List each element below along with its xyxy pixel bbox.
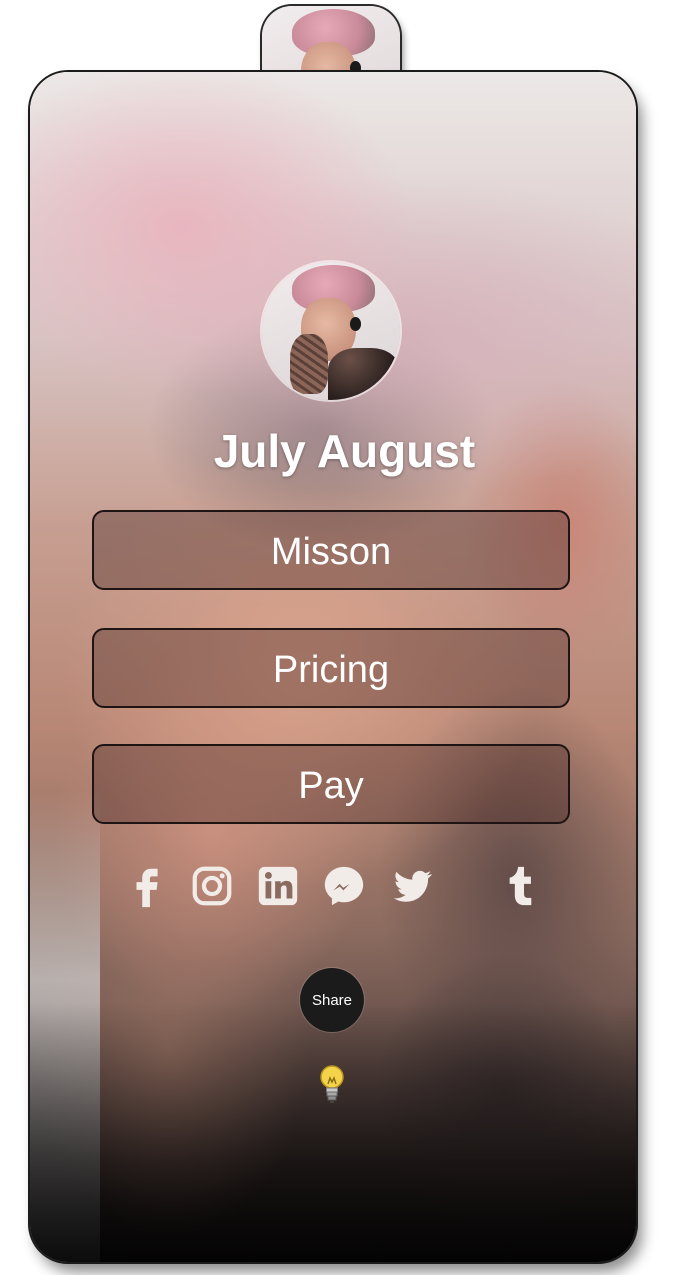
profile-avatar[interactable] (262, 262, 400, 400)
facebook-icon[interactable] (122, 860, 174, 912)
mission-button[interactable]: Misson (92, 510, 570, 590)
linkedin-icon[interactable] (252, 860, 304, 912)
profile-name: July August (213, 425, 476, 477)
instagram-icon[interactable] (186, 860, 238, 912)
pricing-button[interactable]: Pricing (92, 628, 570, 708)
lightbulb-icon[interactable] (316, 1062, 348, 1108)
share-label: Share (311, 991, 353, 1009)
messenger-icon[interactable] (318, 860, 370, 912)
twitter-icon[interactable] (386, 860, 438, 912)
pay-button[interactable]: Pay (92, 744, 570, 824)
share-button[interactable]: Share (300, 968, 364, 1032)
tumblr-icon[interactable] (494, 860, 546, 912)
